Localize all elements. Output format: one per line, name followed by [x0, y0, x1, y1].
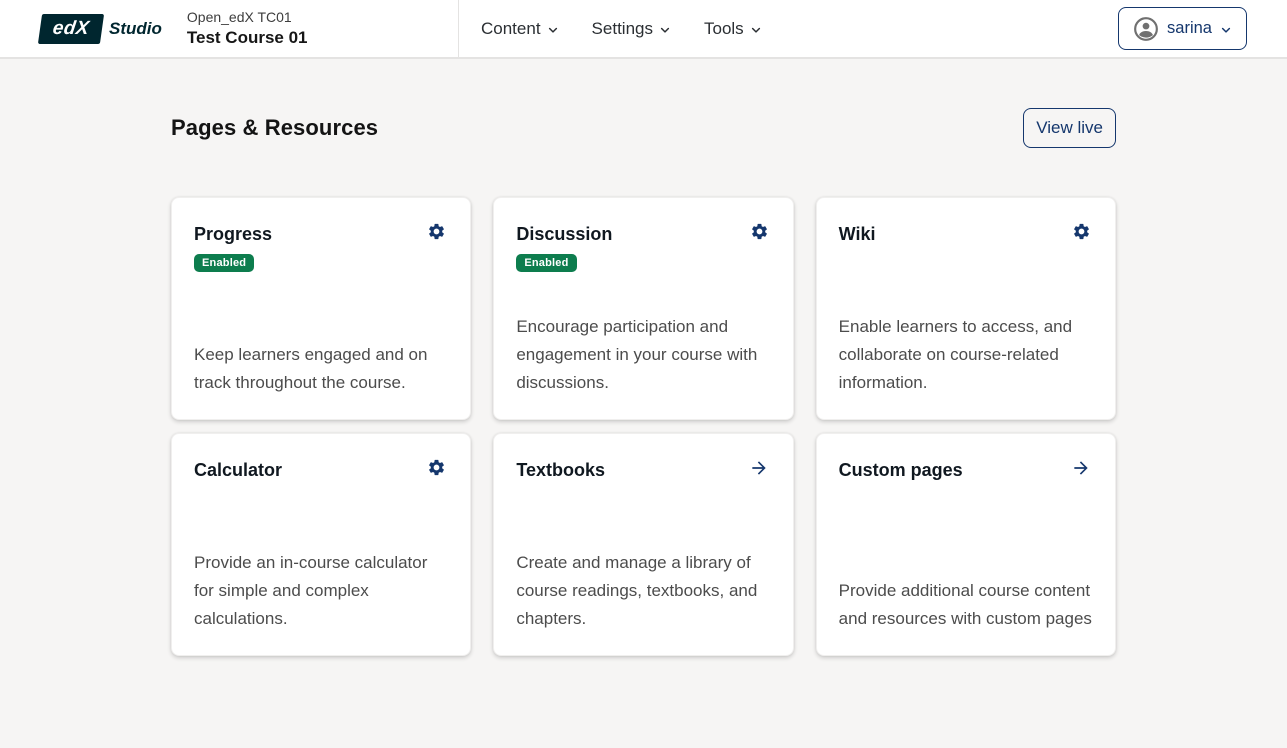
- card-title: Calculator: [194, 456, 282, 481]
- cards-grid: Progress Enabled Keep learners engaged and…: [171, 197, 1116, 656]
- card-textbooks: Textbooks Create and manage a library of …: [493, 433, 793, 656]
- nav-label: Content: [481, 19, 541, 39]
- gear-icon: [1072, 222, 1091, 241]
- card-description: Keep learners engaged and on track throu…: [194, 341, 448, 397]
- card-title: Wiki: [839, 220, 876, 245]
- chevron-down-icon: [1220, 24, 1232, 36]
- chevron-down-icon: [659, 24, 671, 36]
- header-right: sarina: [1118, 0, 1287, 57]
- chevron-down-icon: [750, 24, 762, 36]
- page-header: Pages & Resources View live: [171, 108, 1116, 148]
- nav-content[interactable]: Content: [481, 19, 559, 39]
- card-progress: Progress Enabled Keep learners engaged and…: [171, 197, 471, 420]
- card-description: Enable learners to access, and collabora…: [839, 313, 1093, 397]
- card-description: Encourage participation and engagement i…: [516, 313, 770, 397]
- card-description: Create and manage a library of course re…: [516, 549, 770, 633]
- card-title: Discussion: [516, 220, 612, 245]
- gear-icon: [427, 458, 446, 477]
- pages-resources-main: Pages & Resources View live Progress Enab…: [171, 59, 1116, 656]
- nav-label: Tools: [704, 19, 744, 39]
- gear-icon: [427, 222, 446, 241]
- course-title: Test Course 01: [187, 27, 308, 49]
- card-top: Custom pages: [839, 456, 1093, 481]
- user-menu-button[interactable]: sarina: [1118, 7, 1247, 50]
- card-settings-button[interactable]: [425, 456, 448, 479]
- nav-label: Settings: [592, 19, 653, 39]
- gear-icon: [750, 222, 769, 241]
- studio-wordmark: Studio: [109, 19, 162, 39]
- card-title: Custom pages: [839, 456, 963, 481]
- card-top: Wiki: [839, 220, 1093, 245]
- arrow-forward-icon: [1071, 458, 1091, 478]
- card-wiki: Wiki Enable learners to access, and colla…: [816, 197, 1116, 420]
- card-description: Provide additional course content and re…: [839, 577, 1093, 633]
- user-name: sarina: [1167, 19, 1212, 38]
- status-badge: Enabled: [516, 254, 576, 272]
- card-settings-button[interactable]: [1070, 220, 1093, 243]
- edx-studio-logo[interactable]: edX Studio: [40, 14, 162, 44]
- course-org-number: Open_edX TC01: [187, 8, 308, 26]
- main-nav: Content Settings Tools: [459, 0, 762, 57]
- nav-tools[interactable]: Tools: [704, 19, 762, 39]
- chevron-down-icon: [547, 24, 559, 36]
- nav-settings[interactable]: Settings: [592, 19, 671, 39]
- card-title: Progress: [194, 220, 272, 245]
- card-discussion: Discussion Enabled Encourage participation…: [493, 197, 793, 420]
- card-title: Textbooks: [516, 456, 605, 481]
- arrow-forward-icon: [749, 458, 769, 478]
- card-calculator: Calculator Provide an in-course calculato…: [171, 433, 471, 656]
- card-custom-pages: Custom pages Provide additional course co…: [816, 433, 1116, 656]
- app-header: edX Studio Open_edX TC01 Test Course 01 …: [0, 0, 1287, 59]
- card-top: Textbooks: [516, 456, 770, 481]
- page-title: Pages & Resources: [171, 115, 378, 141]
- view-live-button[interactable]: View live: [1023, 108, 1116, 148]
- card-settings-button[interactable]: [748, 220, 771, 243]
- card-open-button[interactable]: [747, 456, 771, 480]
- card-top: Progress: [194, 220, 448, 245]
- edx-logo-mark: edX: [38, 14, 104, 44]
- card-settings-button[interactable]: [425, 220, 448, 243]
- status-badge: Enabled: [194, 254, 254, 272]
- card-top: Discussion: [516, 220, 770, 245]
- card-description: Provide an in-course calculator for simp…: [194, 549, 448, 633]
- course-info: Open_edX TC01 Test Course 01: [187, 8, 308, 49]
- avatar-icon: [1133, 16, 1159, 42]
- card-open-button[interactable]: [1069, 456, 1093, 480]
- header-left: edX Studio Open_edX TC01 Test Course 01: [0, 0, 459, 57]
- card-top: Calculator: [194, 456, 448, 481]
